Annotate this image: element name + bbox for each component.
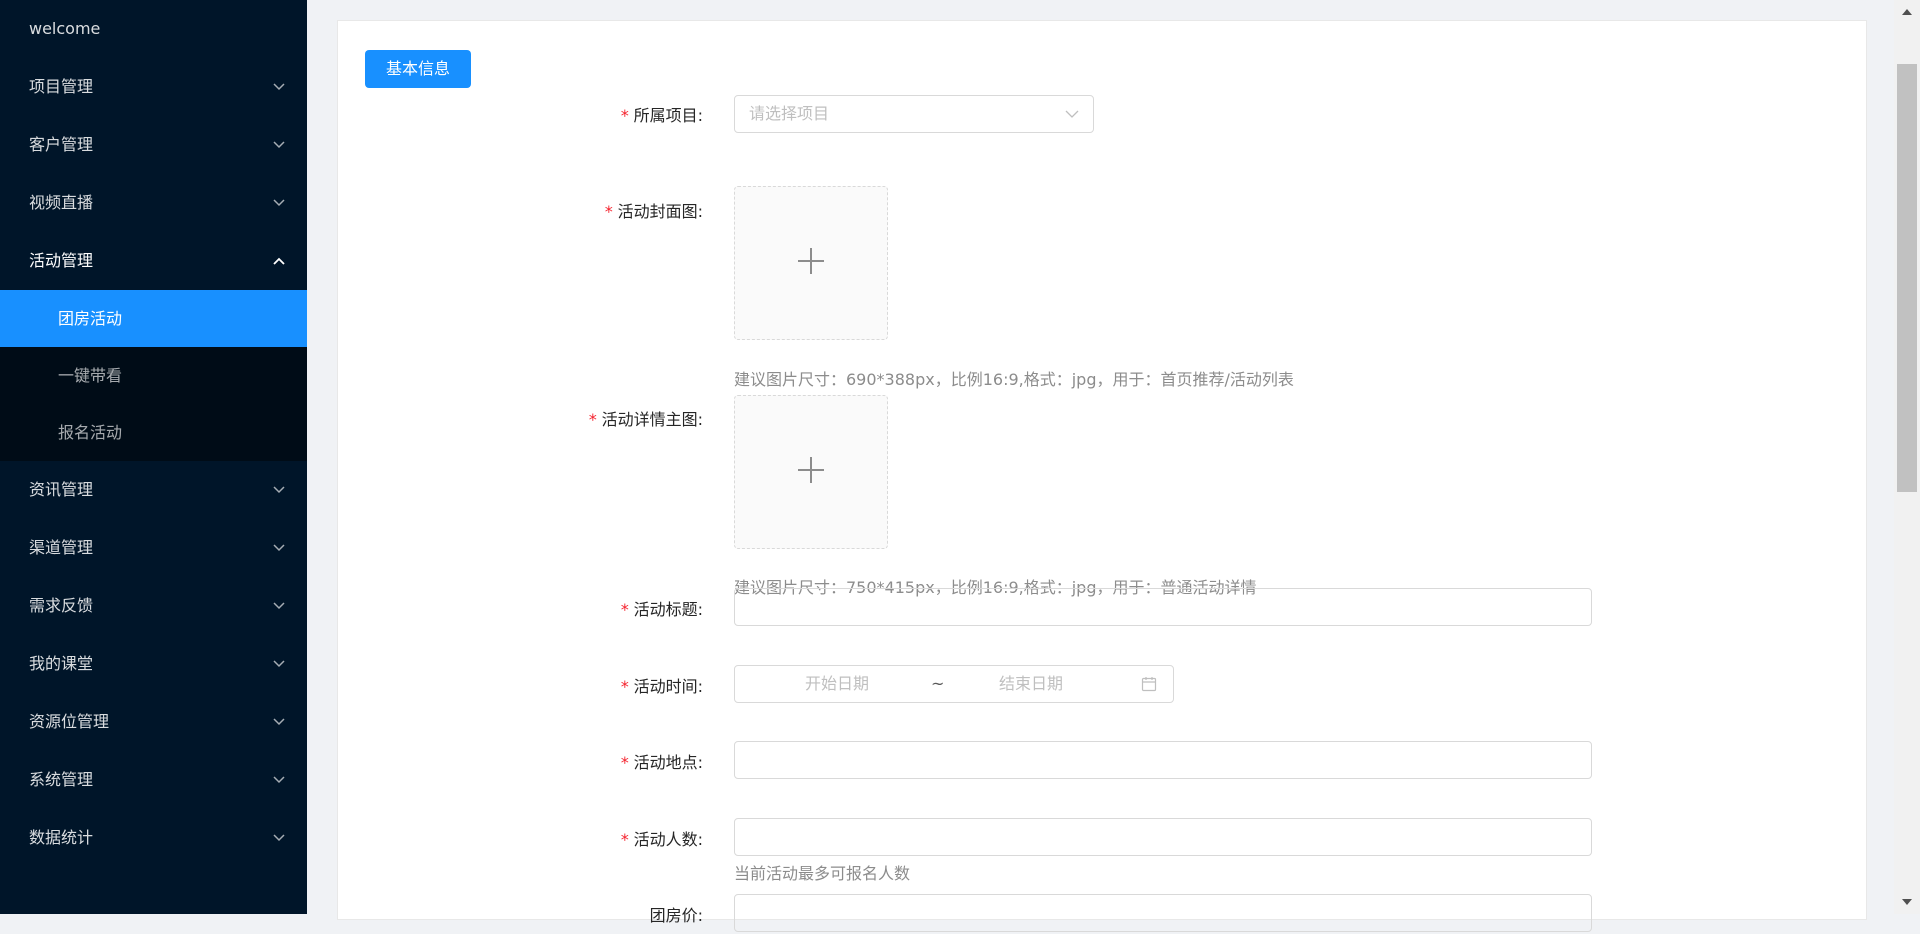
place-label: * 活动地点:	[620, 749, 703, 773]
chevron-down-icon	[273, 693, 285, 751]
submenu-label: 报名活动	[58, 423, 123, 442]
form-row-title: * 活动标题:	[338, 588, 1868, 628]
plus-icon	[796, 246, 826, 280]
plus-icon	[796, 455, 826, 489]
menu-label: 资讯管理	[29, 480, 94, 499]
menu-label-welcome: welcome	[29, 19, 101, 38]
chevron-down-icon	[273, 174, 285, 232]
chevron-down-icon	[273, 461, 285, 519]
chevron-down-icon	[273, 577, 285, 635]
form-row-detail-image: * 活动详情主图: 建议图片尺寸：750*415px，比例16:9,格式：jpg，…	[338, 384, 1868, 604]
menu-label: 渠道管理	[29, 538, 94, 557]
menu-item-channel[interactable]: 渠道管理	[0, 519, 307, 577]
menu-item-activity[interactable]: 活动管理	[0, 232, 307, 290]
count-hint: 当前活动最多可报名人数	[734, 864, 911, 883]
form-card: 基本信息 * 所属项目: 请选择项目 * 活动封面图: 建议图片尺寸：690*388…	[337, 20, 1868, 932]
form-row-count: * 活动人数: 当前活动最多可报名人数	[338, 818, 1868, 888]
page-scrollbar[interactable]	[1894, 0, 1920, 914]
chevron-down-icon	[273, 635, 285, 693]
count-label-text: 活动人数:	[633, 830, 703, 849]
price-input[interactable]	[734, 894, 1592, 932]
submenu-item-one-click-view[interactable]: 一键带看	[0, 347, 307, 404]
menu-label: 数据统计	[29, 828, 94, 847]
required-mark: *	[619, 677, 630, 696]
menu-item-feedback[interactable]: 需求反馈	[0, 577, 307, 635]
project-placeholder: 请选择项目	[749, 104, 830, 123]
menu-label: 活动管理	[29, 251, 94, 270]
form-row-price: 团房价:	[338, 894, 1868, 934]
project-label: * 所属项目:	[620, 102, 703, 126]
menu-label: 资源位管理	[29, 712, 110, 731]
chevron-down-icon	[1065, 96, 1079, 132]
menu-label: 客户管理	[29, 135, 94, 154]
chevron-down-icon	[273, 809, 285, 867]
sidebar: welcome 项目管理 客户管理 视频直播 活动管理 团房活动 一键带看 报名…	[0, 0, 307, 914]
menu-item-news[interactable]: 资讯管理	[0, 461, 307, 519]
form-row-project: * 所属项目: 请选择项目	[338, 94, 1868, 134]
chevron-down-icon	[273, 519, 285, 577]
scrollbar-thumb[interactable]	[1897, 64, 1917, 492]
main-content: 基本信息 * 所属项目: 请选择项目 * 活动封面图: 建议图片尺寸：690*388…	[307, 0, 1920, 932]
form-row-cover: * 活动封面图: 建议图片尺寸：690*388px，比例16:9,格式：jpg，用…	[338, 164, 1868, 389]
title-label: * 活动标题:	[620, 596, 703, 620]
menu-item-project[interactable]: 项目管理	[0, 58, 307, 116]
calendar-icon	[1141, 666, 1157, 702]
menu-label: 我的课堂	[29, 654, 94, 673]
time-label-text: 活动时间:	[633, 677, 703, 696]
menu-item-resource[interactable]: 资源位管理	[0, 693, 307, 751]
submenu-label: 一键带看	[58, 366, 123, 385]
required-mark: *	[619, 753, 630, 772]
menu-item-stats[interactable]: 数据统计	[0, 809, 307, 867]
menu-label: 视频直播	[29, 193, 94, 212]
project-label-text: 所属项目:	[633, 106, 703, 125]
menu-item-system[interactable]: 系统管理	[0, 751, 307, 809]
place-label-text: 活动地点:	[633, 753, 703, 772]
basic-info-button[interactable]: 基本信息	[365, 50, 471, 88]
required-mark: *	[603, 202, 614, 221]
scroll-up-icon[interactable]	[1894, 2, 1920, 22]
project-select[interactable]: 请选择项目	[734, 95, 1094, 133]
title-input[interactable]	[734, 588, 1592, 626]
time-label: * 活动时间:	[620, 673, 703, 697]
date-range-picker[interactable]: 开始日期 ~ 结束日期	[734, 665, 1174, 703]
menu-label: 需求反馈	[29, 596, 94, 615]
menu-label: 项目管理	[29, 77, 94, 96]
cover-upload[interactable]	[734, 186, 888, 340]
chevron-up-icon	[273, 232, 285, 290]
start-date-placeholder[interactable]: 开始日期	[805, 666, 869, 702]
submenu-item-group-house[interactable]: 团房活动	[0, 290, 307, 347]
cover-label: * 活动封面图:	[604, 198, 703, 222]
chevron-down-icon	[273, 58, 285, 116]
cover-label-text: 活动封面图:	[617, 202, 703, 221]
price-label: 团房价:	[649, 906, 703, 925]
title-label-text: 活动标题:	[633, 600, 703, 619]
count-input[interactable]	[734, 818, 1592, 856]
menu-item-welcome[interactable]: welcome	[0, 0, 307, 58]
submenu-item-signup[interactable]: 报名活动	[0, 404, 307, 461]
form-row-time: * 活动时间: 开始日期 ~ 结束日期	[338, 665, 1868, 705]
detail-image-label-text: 活动详情主图:	[601, 410, 703, 429]
count-label: * 活动人数:	[620, 826, 703, 850]
required-mark: *	[619, 106, 630, 125]
menu-item-classroom[interactable]: 我的课堂	[0, 635, 307, 693]
required-mark: *	[587, 410, 598, 429]
required-mark: *	[619, 600, 630, 619]
end-date-placeholder[interactable]: 结束日期	[999, 666, 1063, 702]
submenu-activity: 团房活动 一键带看 报名活动	[0, 290, 307, 461]
menu-item-customer[interactable]: 客户管理	[0, 116, 307, 174]
chevron-down-icon	[273, 116, 285, 174]
required-mark: *	[619, 830, 630, 849]
chevron-down-icon	[273, 751, 285, 809]
submenu-label: 团房活动	[58, 309, 123, 328]
scroll-down-icon[interactable]	[1894, 892, 1920, 912]
range-separator: ~	[931, 674, 945, 693]
form-row-place: * 活动地点:	[338, 741, 1868, 781]
menu-label: 系统管理	[29, 770, 94, 789]
place-input[interactable]	[734, 741, 1592, 779]
menu-item-live[interactable]: 视频直播	[0, 174, 307, 232]
detail-image-label: * 活动详情主图:	[588, 406, 703, 430]
detail-image-upload[interactable]	[734, 395, 888, 549]
